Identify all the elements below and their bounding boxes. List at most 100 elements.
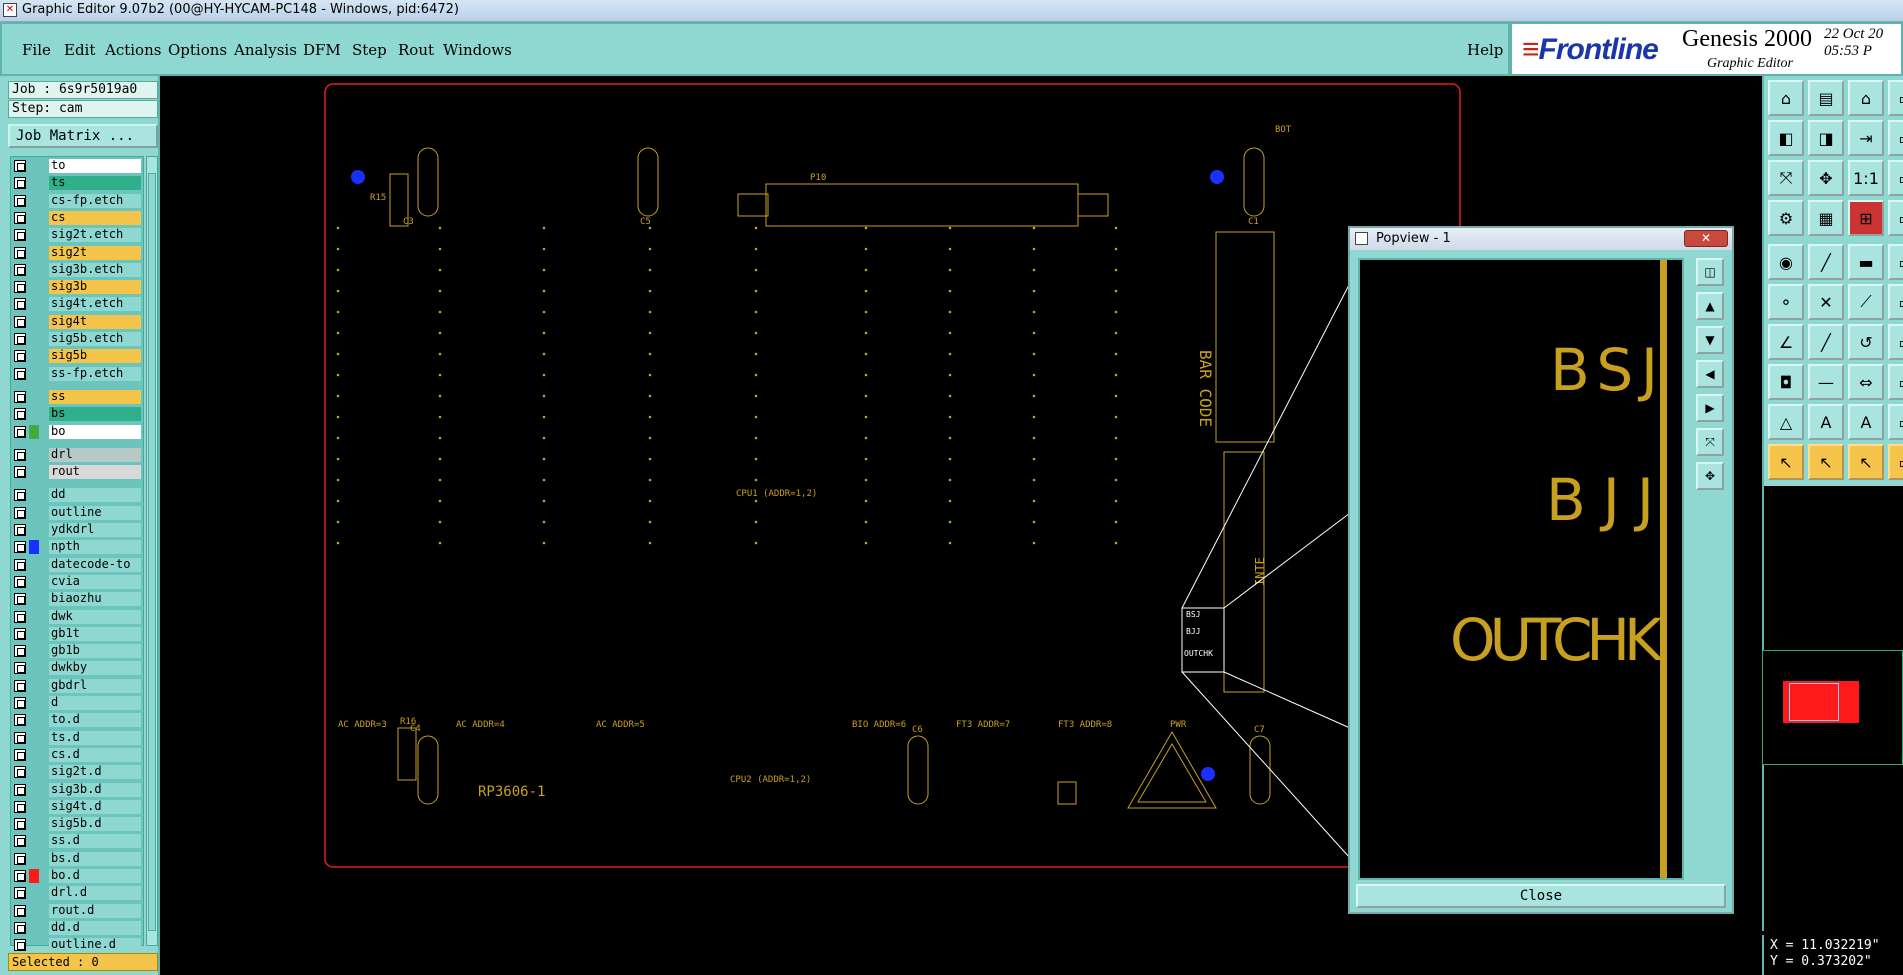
layer-checkbox[interactable] [14, 766, 26, 779]
layer-checkbox[interactable] [14, 558, 26, 571]
layer-row-cs-fp-etch[interactable]: cs-fp.etch [13, 193, 141, 208]
pv-right-icon[interactable]: ▶ [1696, 394, 1724, 422]
layer-checkbox[interactable] [14, 939, 26, 952]
layer-row-sig4t-d[interactable]: sig4t.d [13, 799, 141, 814]
layer-name[interactable]: sig4t.etch [49, 297, 141, 312]
layer-row-sig5b-etch[interactable]: sig5b.etch [13, 332, 141, 346]
layer-checkbox[interactable] [14, 177, 26, 190]
layer-row-d[interactable]: d [13, 696, 141, 710]
layer-row-datecode-to[interactable]: datecode-to [13, 557, 141, 572]
layer-name[interactable]: cvia [49, 574, 141, 589]
layer-row-to-d[interactable]: to.d [13, 713, 141, 728]
menu-dfm[interactable]: DFM [303, 41, 341, 59]
layer-checkbox[interactable] [14, 211, 26, 224]
layer-row-npth[interactable]: npth [13, 540, 141, 555]
layer-checkbox[interactable] [14, 390, 26, 403]
popview-close-x-button[interactable]: ✕ [1684, 230, 1728, 247]
layer-checkbox[interactable] [14, 194, 26, 207]
layer-checkbox[interactable] [14, 160, 26, 172]
grid-icon[interactable]: ▦ [1808, 200, 1844, 236]
layer-name[interactable]: sig3b [49, 280, 141, 295]
zoom-fit-icon[interactable]: ⤧ [1768, 160, 1804, 196]
layer-checkbox[interactable] [14, 800, 26, 813]
layer-row-rout[interactable]: rout [13, 465, 141, 480]
connect-icon[interactable]: ⚬ [1768, 284, 1804, 320]
layer-name[interactable]: drl.d [49, 886, 141, 901]
layer-name[interactable]: dd.d [49, 920, 141, 935]
layer-row-outline-d[interactable]: outline.d [13, 938, 141, 953]
menu-help[interactable]: Help [1467, 41, 1503, 59]
layer-name[interactable]: ts [49, 176, 141, 191]
layer-checkbox[interactable] [14, 448, 26, 461]
layer-row-dwkby[interactable]: dwkby [13, 661, 141, 676]
layer-row-cs[interactable]: cs [13, 210, 141, 225]
layer-row-sig5b-d[interactable]: sig5b.d [13, 817, 141, 832]
layer-name[interactable]: sig4t.d [49, 799, 141, 814]
menu-rout[interactable]: Rout [398, 41, 434, 59]
layer-name[interactable]: outline.d [49, 938, 141, 953]
menu-actions[interactable]: Actions [105, 41, 161, 59]
layer-name[interactable]: sig3b.etch [49, 262, 141, 277]
pv-center-icon[interactable]: ✥ [1696, 462, 1724, 490]
layer-name[interactable]: bs.d [49, 851, 141, 866]
text-a2-icon[interactable]: A [1848, 404, 1884, 440]
node-icon[interactable]: ⟋ [1848, 284, 1884, 320]
layer-checkbox[interactable] [14, 263, 26, 276]
layer-row-bs-d[interactable]: bs.d [13, 851, 141, 866]
zoom-center-icon[interactable]: ✥ [1808, 160, 1844, 196]
layer-name[interactable]: dd [49, 488, 141, 503]
pan-icon[interactable]: ⇥ [1848, 120, 1884, 156]
layer-checkbox[interactable] [14, 852, 26, 865]
popview-canvas[interactable]: BSJ BJJ OUTCHK [1358, 258, 1684, 880]
layer-checkbox[interactable] [14, 229, 26, 242]
layer-name[interactable]: rout.d [49, 903, 141, 918]
pv-zoom-icon[interactable]: ◫ [1696, 258, 1724, 286]
layer-checkbox[interactable] [14, 425, 26, 438]
layer-checkbox[interactable] [14, 408, 26, 421]
layer-checkbox[interactable] [14, 731, 26, 744]
layer-checkbox[interactable] [14, 904, 26, 917]
layer-row-sig2t-etch[interactable]: sig2t.etch [13, 228, 141, 243]
layer-row-biaozhu[interactable]: biaozhu [13, 592, 141, 607]
pointer-icon[interactable]: ↖ [1768, 444, 1804, 480]
triangle-icon[interactable]: △ [1768, 404, 1804, 440]
layer-row-sig5b[interactable]: sig5b [13, 349, 141, 364]
distance-more-icon[interactable]: ▭ [1888, 364, 1903, 400]
layer-name[interactable]: cs [49, 210, 141, 225]
save-icon[interactable]: ▤ [1808, 80, 1844, 116]
layer-name[interactable]: biaozhu [49, 592, 141, 607]
snap-icon[interactable]: ⊞ [1848, 200, 1884, 236]
layer-name[interactable]: ydkdrl [49, 523, 141, 537]
layer-row-drl[interactable]: drl [13, 447, 141, 462]
layer-name[interactable]: gbdrl [49, 678, 141, 693]
layer-row-dd[interactable]: dd [13, 488, 141, 503]
layer-checkbox[interactable] [14, 466, 26, 479]
layer-row-ts[interactable]: ts [13, 176, 141, 191]
menu-analysis[interactable]: Analysis [234, 41, 297, 59]
layer-checkbox[interactable] [14, 662, 26, 675]
layer-row-sig4t[interactable]: sig4t [13, 314, 141, 329]
layer-name[interactable]: sig5b [49, 349, 141, 364]
layer-checkbox[interactable] [14, 610, 26, 623]
node-more-icon[interactable]: ▭ [1888, 284, 1903, 320]
slash-icon[interactable]: ╱ [1808, 324, 1844, 360]
layer-row-cvia[interactable]: cvia [13, 574, 141, 589]
menu-step[interactable]: Step [352, 41, 387, 59]
distance-icon[interactable]: ⇔ [1848, 364, 1884, 400]
layer-row-cs-d[interactable]: cs.d [13, 747, 141, 762]
tools-icon[interactable]: ⚙ [1768, 200, 1804, 236]
popview-drawing[interactable]: BSJ BJJ OUTCHK [1360, 260, 1682, 878]
layer-checkbox[interactable] [14, 714, 26, 727]
layer-name[interactable]: cs-fp.etch [49, 193, 141, 208]
layer-checkbox[interactable] [14, 367, 26, 380]
layer-row-ss-d[interactable]: ss.d [13, 834, 141, 849]
popview-close-button[interactable]: Close [1356, 884, 1726, 908]
layer-name[interactable]: sig4t [49, 314, 141, 329]
layer-row-sig3b-etch[interactable]: sig3b.etch [13, 262, 141, 277]
ruler-icon[interactable]: ▬ [1848, 244, 1884, 280]
layer-row-ts-d[interactable]: ts.d [13, 730, 141, 745]
layer-row-sig2t-d[interactable]: sig2t.d [13, 765, 141, 780]
mini-map[interactable] [1762, 650, 1903, 765]
popview-titlebar[interactable]: Popview - 1 ✕ [1350, 228, 1732, 250]
box-icon[interactable]: ◘ [1768, 364, 1804, 400]
